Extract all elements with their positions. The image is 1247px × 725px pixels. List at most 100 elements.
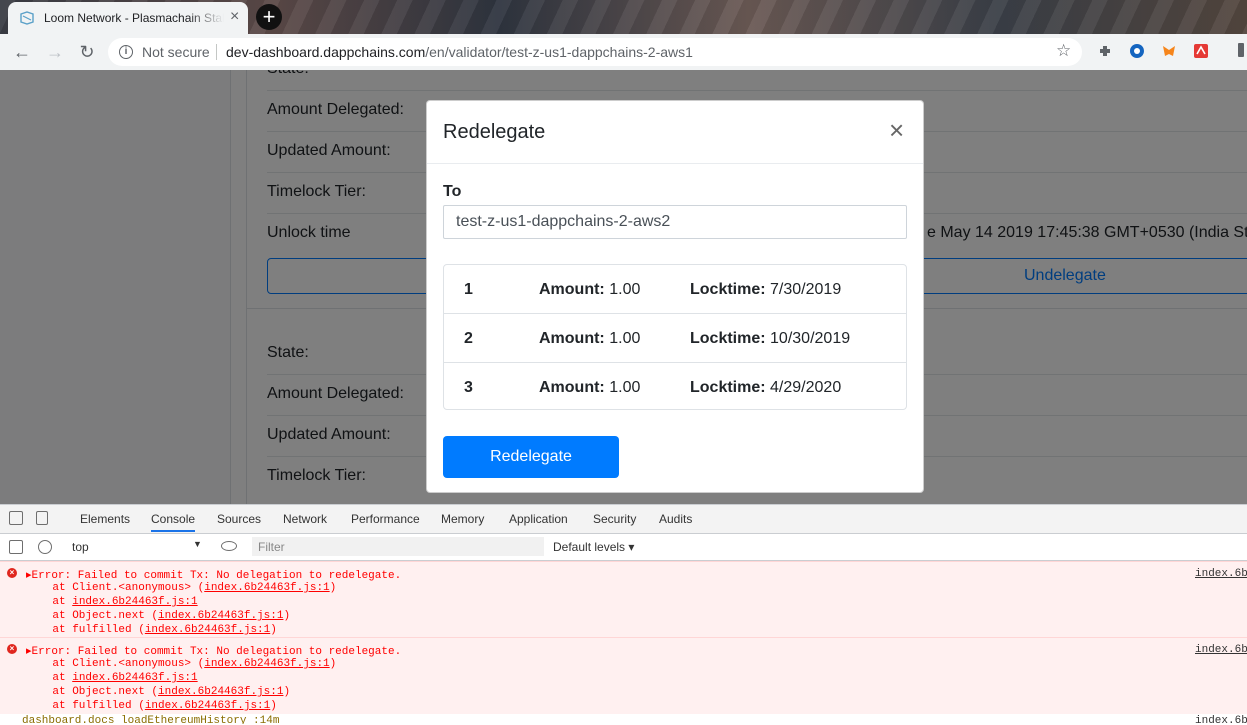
tab-close-icon[interactable]: × xyxy=(230,9,239,25)
locktime-value: 4/29/2020 xyxy=(770,379,842,396)
item-amount: Amount: 1.00 xyxy=(539,281,640,299)
stack-line: at fulfilled (index.6b24463f.js:1) xyxy=(26,700,276,712)
puzzle-extension-icon[interactable] xyxy=(1097,43,1113,59)
modal-title: Redelegate xyxy=(443,121,546,143)
delegation-list: 1 Amount: 1.00 Locktime: 7/30/2019 2 Amo… xyxy=(443,264,907,410)
stack-prefix: at xyxy=(26,596,73,608)
stack-line: at index.6b24463f.js:1 xyxy=(26,596,197,608)
filter-placeholder: Filter xyxy=(258,540,285,554)
stack-link[interactable]: index.6b24463f.js:1 xyxy=(158,610,283,622)
amount-value: 1.00 xyxy=(609,379,641,396)
eye-icon[interactable] xyxy=(221,541,237,551)
amount-value: 1.00 xyxy=(609,281,641,298)
source-link[interactable]: index.6b xyxy=(1195,568,1247,580)
error-text[interactable]: ▸Error: Failed to commit Tx: No delegati… xyxy=(26,644,401,658)
stack-line: at index.6b24463f.js:1 xyxy=(26,672,197,684)
context-select[interactable]: top xyxy=(72,540,89,554)
tab-network[interactable]: Network xyxy=(283,512,327,526)
tab-security[interactable]: Security xyxy=(593,512,636,526)
tab-title: Loom Network - Plasmachain Staking xyxy=(44,11,224,25)
forward-icon[interactable]: → xyxy=(44,42,66,62)
source-link[interactable]: index.6b xyxy=(1195,644,1247,656)
sidebar-toggle-icon[interactable] xyxy=(9,540,23,554)
reload-icon[interactable]: ↻ xyxy=(76,42,98,62)
new-tab-button[interactable]: + xyxy=(256,4,282,30)
metamask-fox-icon[interactable] xyxy=(1161,43,1177,59)
locktime-value: 7/30/2019 xyxy=(770,281,842,298)
log-text: dashboard.docs loadEthereumHistory :14m xyxy=(22,715,280,724)
browser-tab[interactable]: Loom Network - Plasmachain Staking × xyxy=(8,2,248,34)
item-number: 3 xyxy=(464,379,473,396)
stack-line: at Object.next (index.6b24463f.js:1) xyxy=(26,686,290,698)
chevron-down-icon[interactable]: ▼ xyxy=(193,539,202,549)
amount-value: 1.00 xyxy=(609,330,641,347)
stack-prefix: at fulfilled ( xyxy=(26,624,145,636)
tab-performance[interactable]: Performance xyxy=(351,512,420,526)
item-number: 2 xyxy=(464,330,473,347)
info-icon[interactable]: i xyxy=(119,45,133,59)
stack-link[interactable]: index.6b24463f.js:1 xyxy=(204,582,329,594)
console-error-message[interactable]: × ▸Error: Failed to commit Tx: No delega… xyxy=(0,637,1247,714)
stack-prefix: at Client.<anonymous> ( xyxy=(26,582,205,594)
locktime-label: Locktime: xyxy=(690,330,766,347)
back-icon[interactable]: ← xyxy=(11,42,33,62)
tab-audits[interactable]: Audits xyxy=(659,512,692,526)
log-source-link[interactable]: index.6b xyxy=(1195,715,1247,724)
stack-suffix: ) xyxy=(283,610,291,622)
delegation-item[interactable]: 3 Amount: 1.00 Locktime: 4/29/2020 xyxy=(444,363,906,409)
tab-application[interactable]: Application xyxy=(509,512,568,526)
console-log-line[interactable]: dashboard.docs loadEthereumHistory :14m … xyxy=(0,713,1247,724)
stack-link[interactable]: index.6b24463f.js:1 xyxy=(72,596,197,608)
error-icon: × xyxy=(7,644,17,654)
stack-prefix: at fulfilled ( xyxy=(26,700,145,712)
stack-line: at Client.<anonymous> (index.6b24463f.js… xyxy=(26,582,336,594)
redelegate-modal: Redelegate × To test-z-us1-dappchains-2-… xyxy=(426,100,924,493)
tab-memory[interactable]: Memory xyxy=(441,512,484,526)
item-amount: Amount: 1.00 xyxy=(539,379,640,397)
extension-blue-icon[interactable] xyxy=(1129,43,1145,59)
amount-label: Amount: xyxy=(539,379,605,396)
url-host: dev-dashboard.dappchains.com xyxy=(226,44,426,60)
not-secure-label[interactable]: Not secure xyxy=(142,44,210,60)
bookmark-star-icon[interactable]: ☆ xyxy=(1056,41,1071,61)
close-icon[interactable]: × xyxy=(889,117,904,143)
log-levels-dropdown[interactable]: Default levels ▾ xyxy=(553,540,634,554)
item-locktime: Locktime: 7/30/2019 xyxy=(690,281,841,299)
address-bar[interactable]: i Not secure dev-dashboard.dappchains.co… xyxy=(108,38,1082,66)
stack-link[interactable]: index.6b24463f.js:1 xyxy=(72,672,197,684)
item-number: 1 xyxy=(464,281,473,298)
stack-prefix: at Client.<anonymous> ( xyxy=(26,658,205,670)
locktime-label: Locktime: xyxy=(690,281,766,298)
stack-link[interactable]: index.6b24463f.js:1 xyxy=(158,686,283,698)
stack-line: at Client.<anonymous> (index.6b24463f.js… xyxy=(26,658,336,670)
tab-console[interactable]: Console xyxy=(151,512,196,532)
delegation-item[interactable]: 2 Amount: 1.00 Locktime: 10/30/2019 xyxy=(444,314,906,363)
device-toolbar-icon[interactable] xyxy=(36,511,48,525)
stack-link[interactable]: index.6b24463f.js:1 xyxy=(145,700,270,712)
console-error-message[interactable]: × ▸Error: Failed to commit Tx: No delega… xyxy=(0,561,1247,638)
delegation-item[interactable]: 1 Amount: 1.00 Locktime: 7/30/2019 xyxy=(444,265,906,314)
error-icon: × xyxy=(7,568,17,578)
stack-suffix: ) xyxy=(329,582,337,594)
tab-sources[interactable]: Sources xyxy=(217,512,261,526)
filter-input[interactable]: Filter xyxy=(252,537,544,556)
stack-line: at Object.next (index.6b24463f.js:1) xyxy=(26,610,290,622)
error-text[interactable]: ▸Error: Failed to commit Tx: No delegati… xyxy=(26,568,401,582)
locktime-value: 10/30/2019 xyxy=(770,330,851,347)
stack-link[interactable]: index.6b24463f.js:1 xyxy=(204,658,329,670)
omnibox-separator xyxy=(216,44,217,60)
menu-icon[interactable] xyxy=(1238,43,1244,57)
inspect-element-icon[interactable] xyxy=(9,511,23,525)
to-validator-input[interactable]: test-z-us1-dappchains-2-aws2 xyxy=(443,205,907,239)
stack-link[interactable]: index.6b24463f.js:1 xyxy=(145,624,270,636)
tab-elements[interactable]: Elements xyxy=(80,512,130,526)
redelegate-button[interactable]: Redelegate xyxy=(443,436,619,478)
modal-header: Redelegate × xyxy=(427,101,923,164)
browser-toolbar: ← → ↻ i Not secure dev-dashboard.dappcha… xyxy=(0,34,1247,70)
clear-console-icon[interactable] xyxy=(38,540,52,554)
url-text[interactable]: dev-dashboard.dappchains.com/en/validato… xyxy=(226,44,693,60)
extension-red-icon[interactable] xyxy=(1193,43,1209,59)
error-message: Error: Failed to commit Tx: No delegatio… xyxy=(31,570,402,582)
stack-prefix: at Object.next ( xyxy=(26,686,159,698)
stack-suffix: ) xyxy=(270,624,277,636)
